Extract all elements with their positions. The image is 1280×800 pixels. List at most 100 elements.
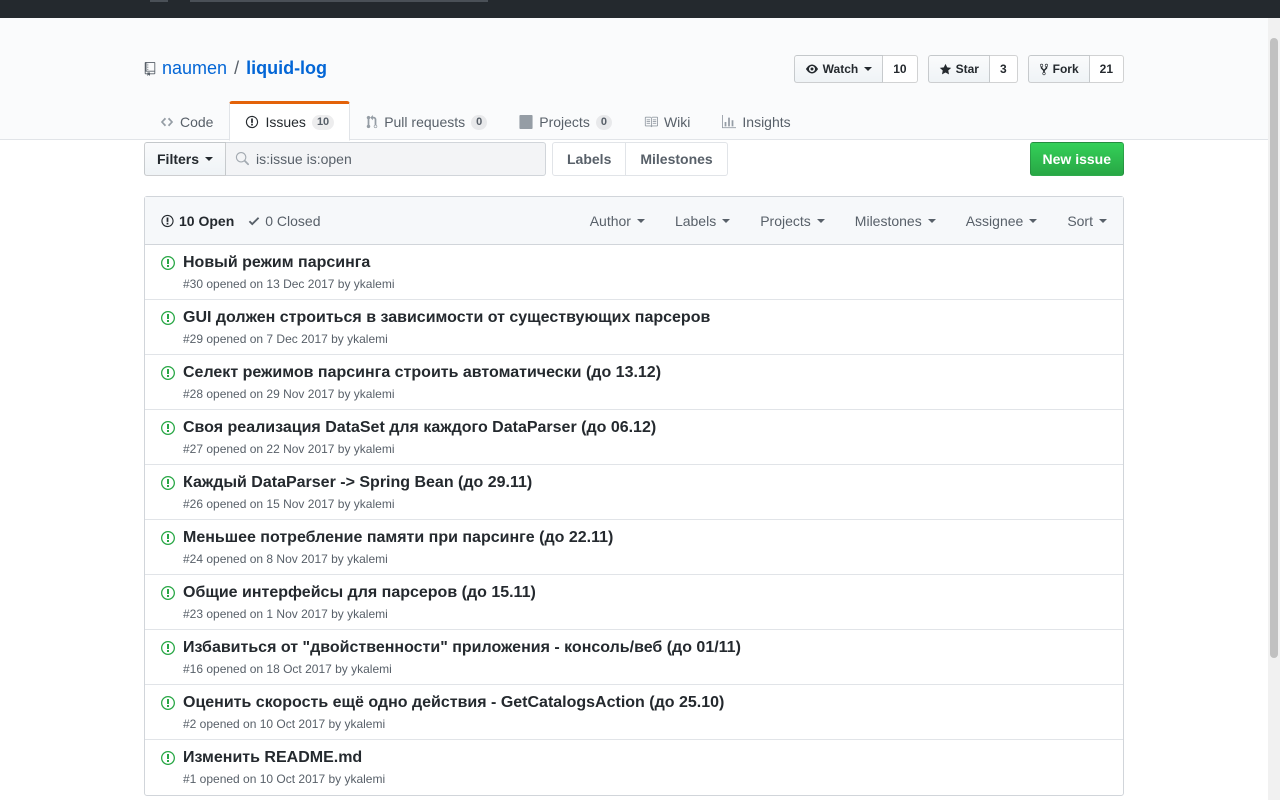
sort-filter[interactable]: Sort [1067,213,1107,229]
filters-bar: Filters [144,142,547,176]
issue-opened-icon [161,586,175,600]
issue-opened-icon [161,476,175,490]
search-icon [235,152,250,166]
star-label: Star [955,62,979,76]
watch-group: Watch 10 [793,55,918,83]
chevron-down-icon [1029,219,1038,223]
author-filter[interactable]: Author [590,213,645,229]
watch-button[interactable]: Watch [793,55,884,83]
page-scrollbar[interactable] [1268,18,1280,800]
repo-icon [144,61,156,76]
issue-row: Селект режимов парсинга строить автомати… [145,355,1123,410]
issue-title-link[interactable]: Новый режим парсинга [183,254,370,272]
issue-opened-icon [161,214,174,227]
fork-icon [1039,63,1048,75]
issue-rows: Новый режим парсинга #30 opened on 13 Dec… [145,245,1123,795]
filters-dropdown[interactable]: Filters [144,142,227,176]
issue-opened-icon [161,751,175,765]
milestones-filter-label: Milestones [854,213,922,229]
issue-opened-icon [161,531,175,545]
repo-actions: Watch 10 Star 3 Fork 21 [793,55,1124,83]
labels-filter[interactable]: Labels [674,213,731,229]
projects-filter-label: Projects [760,213,811,229]
issue-title-link[interactable]: Изменить README.md [183,749,362,767]
chevron-down-icon [205,157,214,161]
chevron-down-icon [927,219,936,223]
issue-title-link[interactable]: Своя реализация DataSet для каждого Data… [183,419,656,437]
issue-opened-icon [161,696,175,710]
issue-title-link[interactable]: Меньшее потребление памяти при парсинге … [183,529,613,547]
fork-label: Fork [1052,62,1079,76]
issue-filter-menus: Author Labels Projects Milestones Assign… [590,197,1107,245]
issue-opened-icon [161,256,175,270]
issue-title-link[interactable]: Каждый DataParser -> Spring Bean (до 29.… [183,474,532,492]
closed-count-label: 0 Closed [265,212,321,229]
issue-row: Своя реализация DataSet для каждого Data… [145,410,1123,465]
issue-meta: #16 opened on 18 Oct 2017 by ykalemi [183,662,392,676]
chevron-down-icon [722,219,731,223]
issue-title-link[interactable]: Избавиться от "двойственности" приложени… [183,639,741,657]
issue-row: Каждый DataParser -> Spring Bean (до 29.… [145,465,1123,520]
assignee-filter[interactable]: Assignee [966,213,1038,229]
issue-opened-icon [161,366,175,380]
star-icon [939,63,951,74]
issue-meta: #30 opened on 13 Dec 2017 by ykalemi [183,277,395,291]
watch-label: Watch [822,62,859,76]
author-filter-label: Author [589,213,631,229]
assignee-filter-label: Assignee [965,213,1024,229]
chevron-down-icon [816,219,825,223]
issue-meta: #29 opened on 7 Dec 2017 by ykalemi [183,332,388,346]
chevron-down-icon [864,67,873,71]
sort-filter-label: Sort [1067,213,1093,229]
open-closed-toggle: 10 Open 0 Closed [161,213,321,229]
repo-name-link[interactable]: liquid-log [246,58,327,79]
milestones-filter[interactable]: Milestones [855,213,936,229]
fork-button[interactable]: Fork [1027,55,1090,83]
issues-list: 10 Open 0 Closed Author Labels Projects … [144,196,1124,796]
labels-link[interactable]: Labels [552,142,627,176]
scrollbar-thumb[interactable] [1270,38,1278,658]
open-count-label: 10 Open [179,212,235,229]
repo-owner-link[interactable]: naumen [162,58,227,79]
header-nav-stub [150,0,168,2]
issue-title-link[interactable]: Селект режимов парсинга строить автомати… [183,364,661,382]
labels-filter-label: Labels [674,213,717,229]
fork-group: Fork 21 [1027,55,1124,83]
header-search-stub [190,0,488,2]
open-issues-link[interactable]: 10 Open [161,213,234,229]
issues-search-input[interactable] [226,142,547,176]
issue-title-link[interactable]: GUI должен строиться в зависимости от су… [183,309,710,327]
issue-meta: #26 opened on 15 Nov 2017 by ykalemi [183,497,395,511]
issues-list-header: 10 Open 0 Closed Author Labels Projects … [145,197,1123,245]
projects-filter[interactable]: Projects [760,213,825,229]
filters-label: Filters [157,151,200,167]
closed-issues-link[interactable]: 0 Closed [248,212,321,229]
check-icon [249,216,260,225]
issue-row: Меньшее потребление памяти при парсинге … [145,520,1123,575]
issue-opened-icon [161,641,175,655]
issue-meta: #24 opened on 8 Nov 2017 by ykalemi [183,552,388,566]
issue-row: GUI должен строиться в зависимости от су… [145,300,1123,355]
fork-count[interactable]: 21 [1089,55,1124,83]
issue-title-link[interactable]: Оценить скорость ещё одно действия - Get… [183,694,724,712]
issue-meta: #27 opened on 22 Nov 2017 by ykalemi [183,442,395,456]
issue-meta: #1 opened on 10 Oct 2017 by ykalemi [183,772,386,786]
issues-subnav: Filters Labels Milestones New issue [144,122,1124,196]
issue-title-link[interactable]: Общие интерфейсы для парсеров (до 15.11) [183,584,536,602]
star-count[interactable]: 3 [989,55,1018,83]
labels-milestones-links: Labels Milestones [552,142,728,176]
issue-opened-icon [161,421,175,435]
milestones-link[interactable]: Milestones [626,142,728,176]
issue-row: Избавиться от "двойственности" приложени… [145,630,1123,685]
top-header-bar [0,0,1280,18]
new-issue-button[interactable]: New issue [1029,142,1124,176]
issue-meta: #28 opened on 29 Nov 2017 by ykalemi [183,387,395,401]
chevron-down-icon [636,219,645,223]
issue-row: Оценить скорость ещё одно действия - Get… [145,685,1123,740]
watch-count[interactable]: 10 [883,55,918,83]
eye-icon [805,64,818,74]
issue-row: Новый режим парсинга #30 opened on 13 Dec… [145,245,1123,300]
star-button[interactable]: Star [927,55,990,83]
issue-meta: #2 opened on 10 Oct 2017 by ykalemi [183,717,386,731]
star-group: Star 3 [927,55,1018,83]
